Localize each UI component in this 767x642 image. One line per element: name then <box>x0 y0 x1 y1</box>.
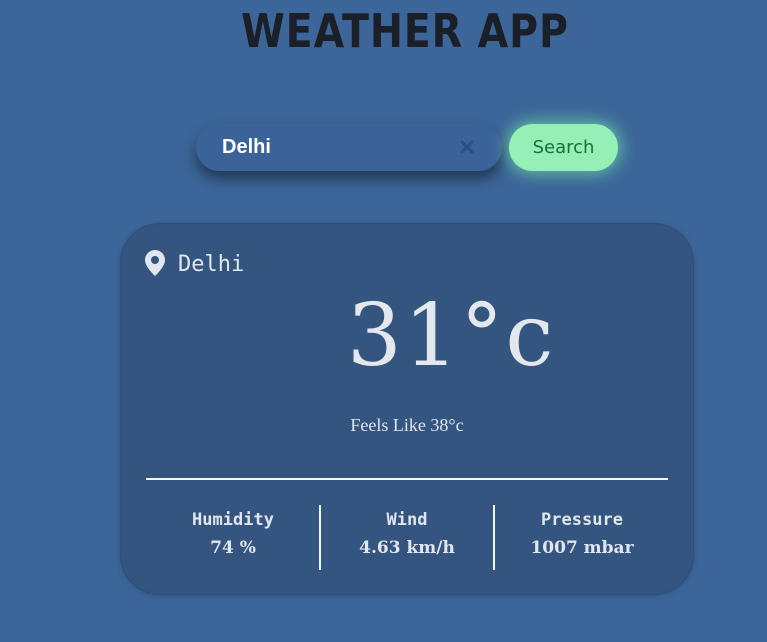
temperature: 31°c <box>347 286 556 386</box>
search-input[interactable] <box>222 132 452 162</box>
map-pin-icon <box>145 250 165 276</box>
stat-label: Pressure <box>541 510 623 530</box>
search-button[interactable]: Search <box>509 124 618 171</box>
close-icon[interactable] <box>459 139 475 155</box>
feels-like: Feels Like 38°c <box>350 415 464 435</box>
stat-value: 74 % <box>210 538 256 558</box>
weather-card: Delhi 31°c Feels Like 38°c Humidity 74 %… <box>120 223 694 595</box>
stat-value: 4.63 km/h <box>359 538 455 558</box>
stat-divider <box>493 505 495 570</box>
divider <box>146 478 668 480</box>
stat-wind: Wind 4.63 km/h <box>321 505 493 569</box>
stat-label: Humidity <box>192 510 274 530</box>
stat-pressure: Pressure 1007 mbar <box>496 505 668 569</box>
stat-value: 1007 mbar <box>530 538 634 558</box>
app-title: WEATHER APP <box>241 4 569 58</box>
location-name: Delhi <box>178 252 245 277</box>
stat-humidity: Humidity 74 % <box>147 505 319 569</box>
stat-label: Wind <box>386 510 428 530</box>
search-box <box>196 124 502 171</box>
